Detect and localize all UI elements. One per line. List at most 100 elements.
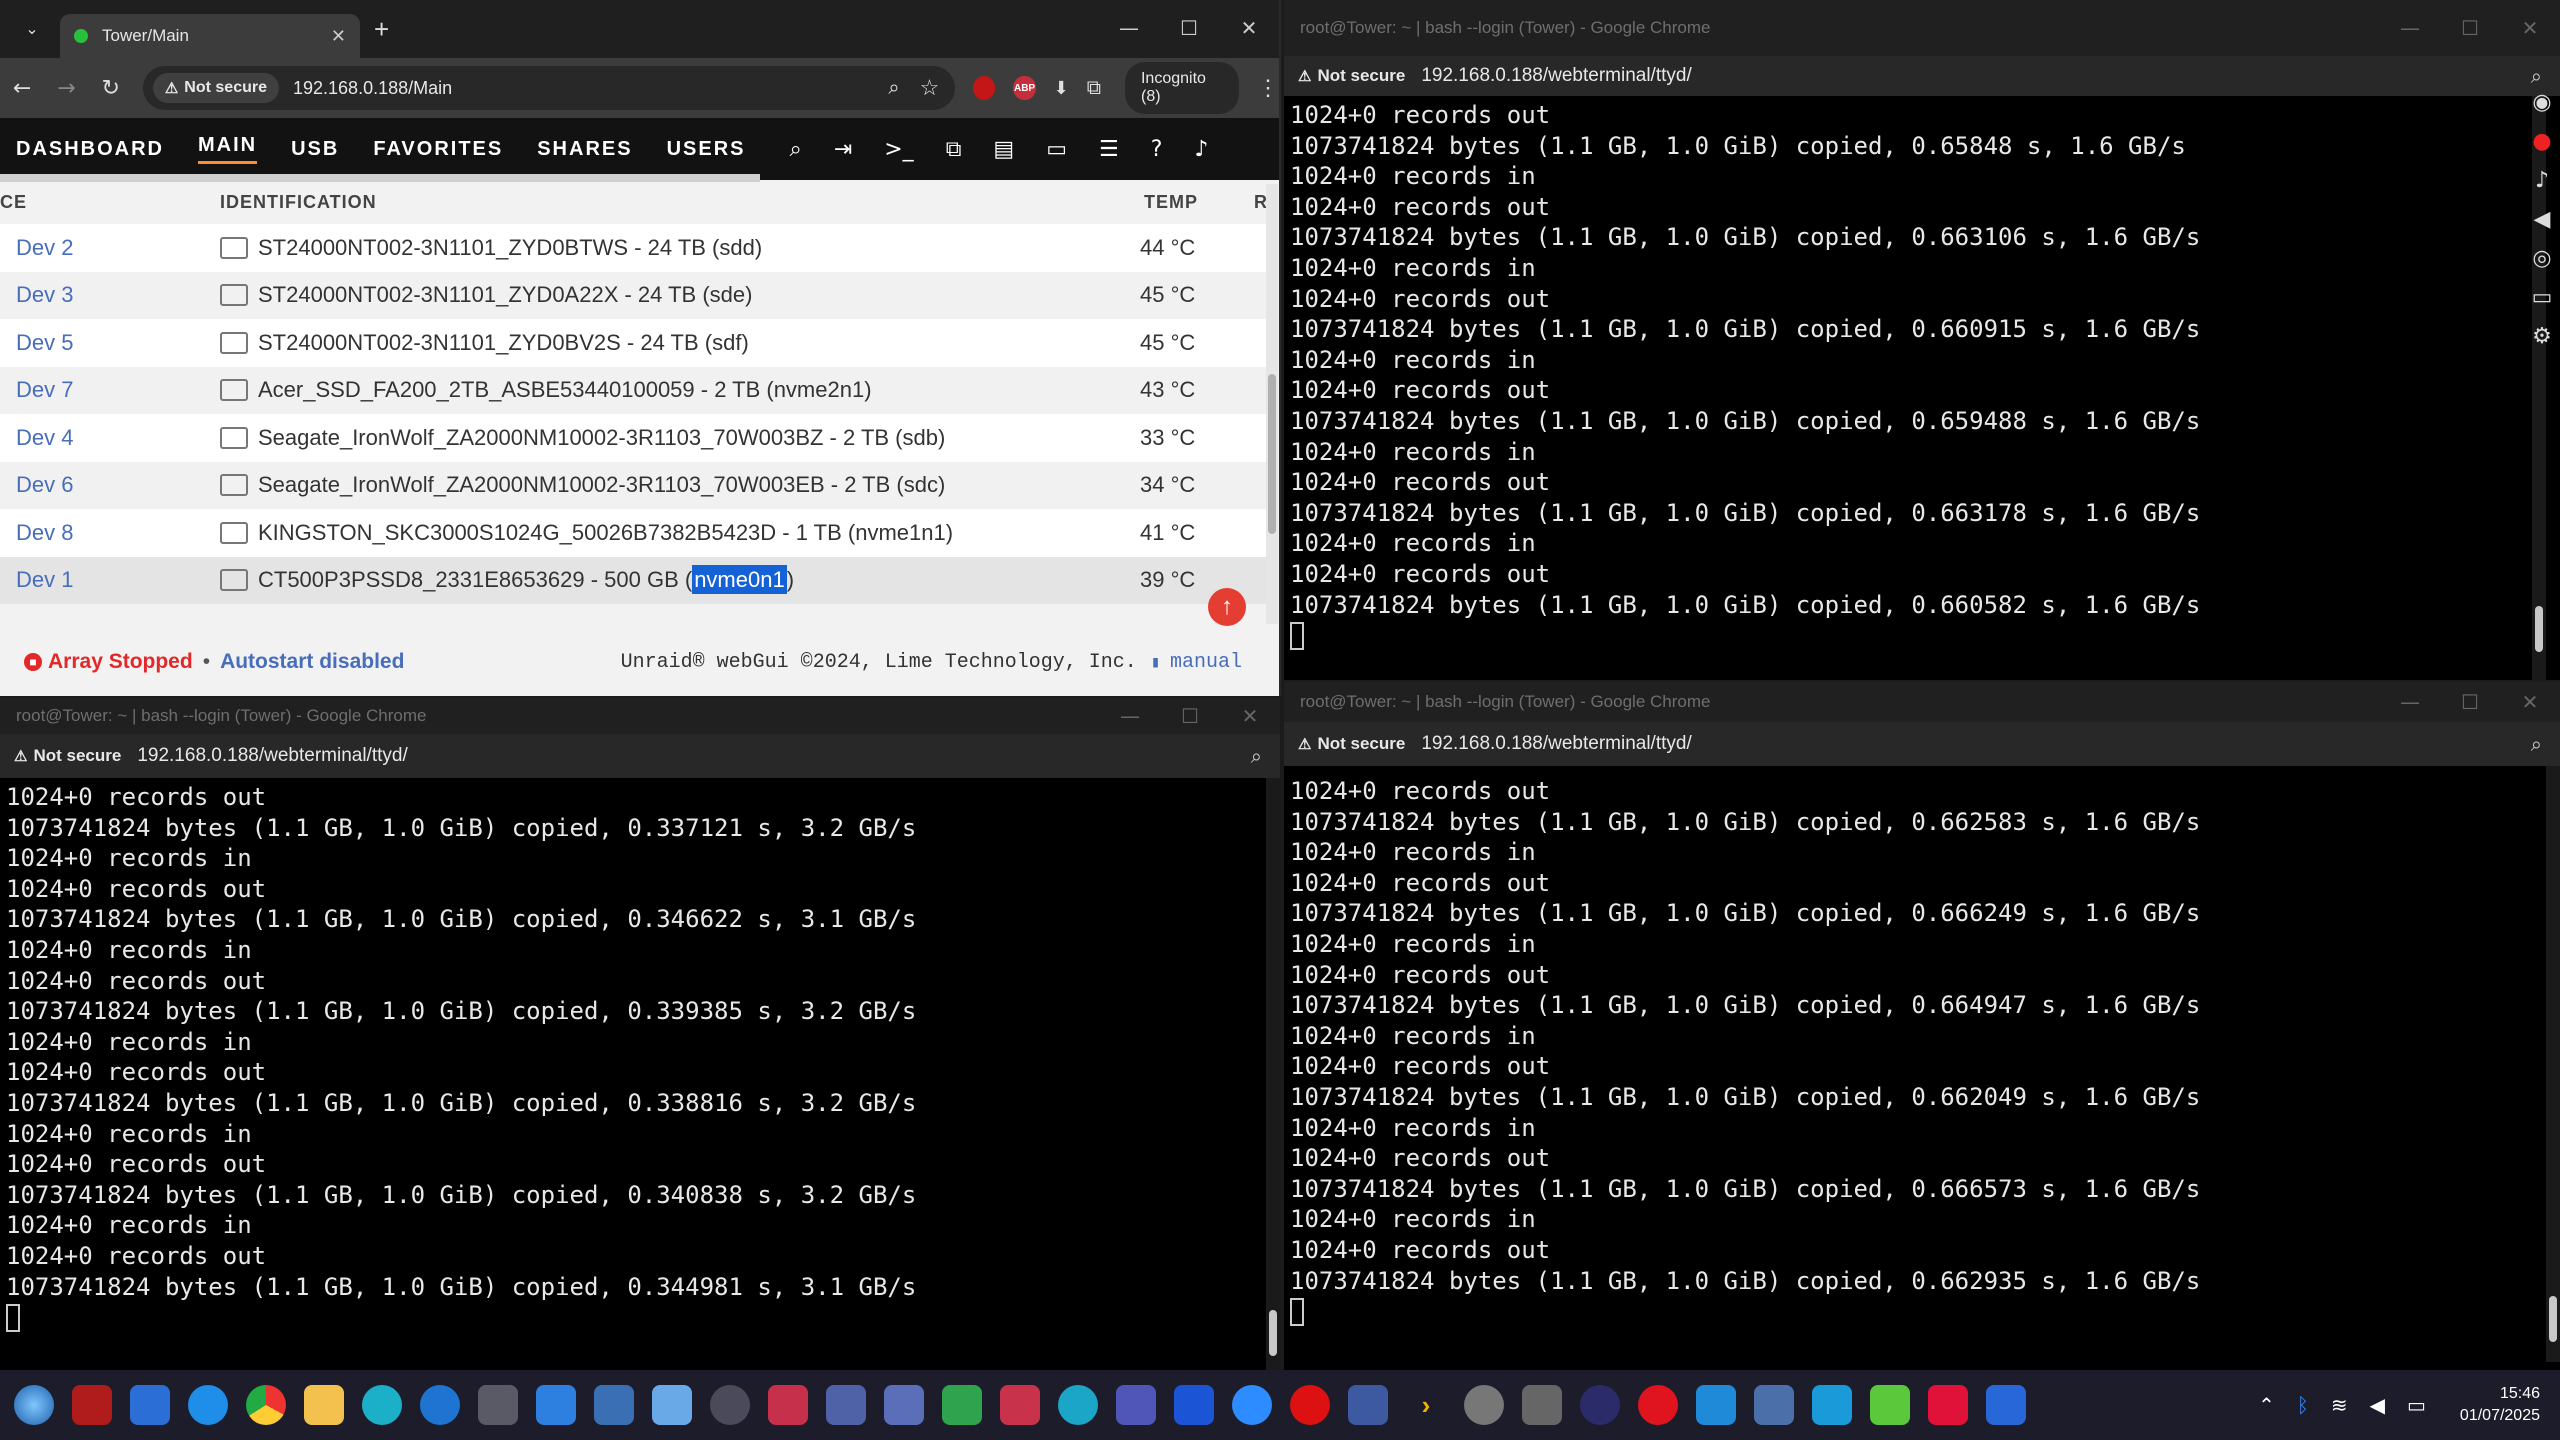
- settings-gear-icon[interactable]: ⚙: [2532, 324, 2552, 349]
- zoom-icon[interactable]: ⌕: [888, 77, 899, 100]
- incognito-indicator[interactable]: Incognito (8): [1124, 62, 1240, 114]
- calc-icon[interactable]: [1754, 1385, 1794, 1425]
- notepad-icon[interactable]: [594, 1385, 634, 1425]
- phone-icon[interactable]: [1522, 1385, 1562, 1425]
- manual-link[interactable]: ▮ manual: [1151, 651, 1242, 674]
- scrollbar-thumb[interactable]: [1269, 1310, 1277, 1356]
- search-icon[interactable]: ⌕: [789, 137, 801, 162]
- horizontal-scrollbar[interactable]: [0, 174, 760, 182]
- help-icon[interactable]: ?: [1151, 137, 1163, 162]
- pdf-icon[interactable]: [1928, 1385, 1968, 1425]
- nav-dashboard[interactable]: DASHBOARD: [16, 138, 164, 161]
- chevron-up-icon[interactable]: ⌃: [2258, 1393, 2275, 1417]
- u-app-icon[interactable]: [1174, 1385, 1214, 1425]
- device-link[interactable]: Dev 1: [0, 567, 220, 593]
- scroll-to-top-icon[interactable]: ↑: [1208, 588, 1246, 626]
- omnibox[interactable]: ⚠ Not secure 192.168.0.188/Main ⌕ ☆: [142, 66, 956, 110]
- speaker-icon[interactable]: ◀: [2534, 207, 2551, 232]
- bars-app-icon[interactable]: [1812, 1385, 1852, 1425]
- vertical-scrollbar[interactable]: [1266, 184, 1278, 624]
- logout-icon[interactable]: ⇥: [834, 137, 852, 162]
- tab-search-icon[interactable]: ⌄: [12, 9, 52, 49]
- reload-icon[interactable]: ↻: [89, 76, 133, 101]
- device-link[interactable]: Dev 5: [0, 330, 220, 356]
- terminal-scrollbar[interactable]: [1266, 778, 1280, 1370]
- calendar-icon[interactable]: [1000, 1385, 1040, 1425]
- scrollbar-thumb[interactable]: [2535, 606, 2543, 652]
- ide-icon[interactable]: [1986, 1385, 2026, 1425]
- zoom-icon[interactable]: [1232, 1385, 1272, 1425]
- window-icon[interactable]: ▭: [2532, 285, 2553, 310]
- terminal-icon[interactable]: >_: [884, 137, 913, 162]
- store-icon[interactable]: [536, 1385, 576, 1425]
- spreadsheet-icon[interactable]: [942, 1385, 982, 1425]
- zoom-icon[interactable]: ⌕: [2531, 732, 2542, 756]
- record-icon[interactable]: [1290, 1385, 1330, 1425]
- bell-icon[interactable]: ♪: [1194, 137, 1208, 162]
- network-icon[interactable]: [1348, 1385, 1388, 1425]
- start-icon[interactable]: [14, 1385, 54, 1425]
- camera-icon[interactable]: ◉: [2532, 90, 2551, 115]
- security-badge[interactable]: ⚠ Not secure: [152, 73, 279, 103]
- security-badge[interactable]: ⚠ Not secure: [1292, 734, 1411, 754]
- maximize-icon[interactable]: ☐: [2440, 0, 2500, 56]
- clock[interactable]: 15:46 01/07/2025: [2460, 1383, 2540, 1427]
- nav-shares[interactable]: SHARES: [537, 138, 632, 161]
- device-link[interactable]: Dev 6: [0, 472, 220, 498]
- arrow-icon[interactable]: ›: [1406, 1385, 1446, 1425]
- calculator-app-icon[interactable]: [478, 1385, 518, 1425]
- scrollbar-thumb[interactable]: [2549, 1296, 2557, 1342]
- volume-icon[interactable]: ◀: [2370, 1393, 2385, 1417]
- snipping-icon[interactable]: [768, 1385, 808, 1425]
- bookmark-star-icon[interactable]: ☆: [920, 75, 940, 101]
- terminal-app-icon[interactable]: [72, 1385, 112, 1425]
- photos-icon[interactable]: [826, 1385, 866, 1425]
- bluetooth-icon[interactable]: ᛒ: [2297, 1393, 2309, 1417]
- security-badge[interactable]: ⚠ Not secure: [1292, 66, 1411, 86]
- close-icon[interactable]: ✕: [1219, 0, 1279, 56]
- close-tab-icon[interactable]: ✕: [331, 26, 346, 47]
- new-tab-icon[interactable]: +: [374, 14, 389, 45]
- nav-users[interactable]: USERS: [667, 138, 746, 161]
- window-app-icon[interactable]: [130, 1385, 170, 1425]
- browser-tab[interactable]: Tower/Main ✕: [60, 14, 360, 58]
- settings-icon[interactable]: [710, 1385, 750, 1425]
- maximize-icon[interactable]: ☐: [1159, 0, 1219, 56]
- adblock-icon[interactable]: ABP: [1013, 76, 1036, 100]
- forward-icon[interactable]: →: [44, 76, 88, 101]
- security-badge[interactable]: ⚠ Not secure: [8, 746, 127, 766]
- photo-app-icon[interactable]: [1696, 1385, 1736, 1425]
- opera-icon[interactable]: [1638, 1385, 1678, 1425]
- autostart-link[interactable]: Autostart disabled: [220, 650, 404, 674]
- terminal-scrollbar[interactable]: [2546, 766, 2560, 1362]
- device-link[interactable]: Dev 3: [0, 282, 220, 308]
- teams-icon[interactable]: [1116, 1385, 1156, 1425]
- zoom-icon[interactable]: ⌕: [2531, 64, 2542, 88]
- terminal-output[interactable]: 1024+0 records out 1073741824 bytes (1.1…: [1290, 776, 2200, 1327]
- record-icon[interactable]: ●: [2532, 129, 2551, 154]
- log-icon[interactable]: ☰: [1099, 137, 1119, 162]
- url-text[interactable]: 192.168.0.188/webterminal/ttyd/: [137, 745, 407, 767]
- url-text[interactable]: 192.168.0.188/webterminal/ttyd/: [1421, 733, 1691, 755]
- download-icon[interactable]: ⬇: [1054, 78, 1069, 99]
- nav-usb[interactable]: USB: [291, 138, 339, 161]
- file-explorer-icon[interactable]: [304, 1385, 344, 1425]
- monitor-icon[interactable]: ▭: [1046, 137, 1067, 162]
- device-link[interactable]: Dev 2: [0, 235, 220, 261]
- edge-browser-icon[interactable]: [1058, 1385, 1098, 1425]
- terminal-output[interactable]: 1024+0 records out 1073741824 bytes (1.1…: [6, 782, 916, 1333]
- nav-icon[interactable]: [1464, 1385, 1504, 1425]
- copy-icon[interactable]: ⧉: [946, 137, 962, 162]
- remote-icon[interactable]: [884, 1385, 924, 1425]
- camera-icon[interactable]: [1580, 1385, 1620, 1425]
- device-link[interactable]: Dev 4: [0, 425, 220, 451]
- webcam-icon[interactable]: ◎: [2532, 246, 2551, 271]
- nav-main[interactable]: MAIN: [198, 134, 258, 164]
- nav-favorites[interactable]: FAVORITES: [373, 138, 503, 161]
- microphone-icon[interactable]: ♪: [2535, 168, 2549, 193]
- teamviewer-icon[interactable]: [420, 1385, 460, 1425]
- feedback-icon[interactable]: ▤: [993, 137, 1014, 162]
- scrollbar-thumb[interactable]: [1268, 374, 1276, 534]
- device-link[interactable]: Dev 7: [0, 377, 220, 403]
- extensions-puzzle-icon[interactable]: ⧉: [1087, 77, 1101, 100]
